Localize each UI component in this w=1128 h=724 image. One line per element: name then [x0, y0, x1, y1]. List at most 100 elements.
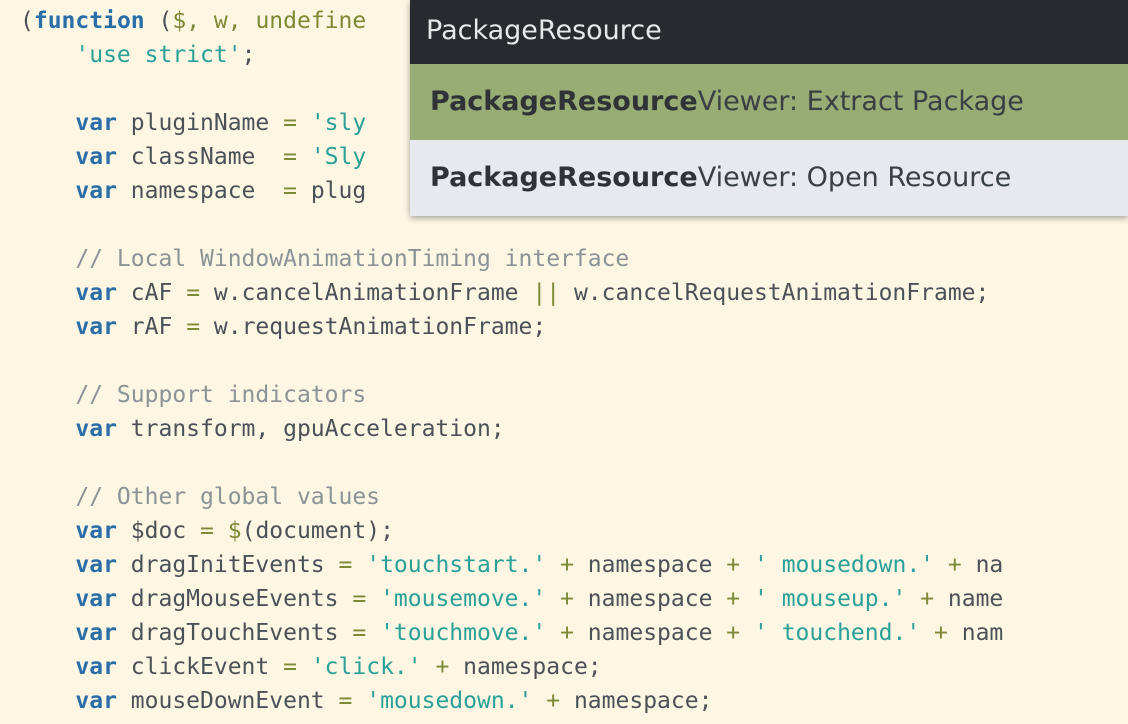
code-token: +: [560, 620, 574, 646]
code-line: var rAF = w.requestAnimationFrame;: [20, 310, 546, 344]
code-token: 'mousedown.': [366, 688, 533, 714]
code-line: 'use strict';: [20, 38, 255, 72]
code-token: 'click.': [310, 654, 422, 680]
palette-item-label: PackageResourceViewer: Open Resource: [430, 140, 1011, 216]
code-token: $: [172, 8, 187, 34]
code-token: dragInitEvents: [116, 552, 339, 578]
code-token: var: [75, 654, 117, 680]
code-token: className: [116, 144, 284, 170]
code-line: var mouseDownEvent = 'mousedown.' + name…: [20, 684, 712, 718]
code-token: +: [726, 620, 741, 646]
code-token: ' touchend.': [754, 620, 921, 646]
code-token: var: [75, 518, 117, 544]
code-line: // Support indicators: [20, 378, 366, 412]
palette-query-text: PackageResource: [426, 15, 662, 46]
code-line: var namespace = plug: [20, 174, 366, 208]
code-token: w.cancelAnimationFrame: [200, 280, 533, 306]
code-token: // Other global values: [20, 484, 381, 510]
code-token: namespace;: [449, 654, 602, 680]
command-palette: PackageResource PackageResourceViewer: E…: [410, 0, 1128, 216]
code-token: pluginName: [116, 110, 284, 136]
code-token: function: [33, 8, 145, 34]
code-token: plug: [296, 178, 367, 204]
palette-search-input[interactable]: PackageResource: [410, 0, 1128, 64]
code-token: +: [726, 552, 741, 578]
code-token: +: [546, 688, 561, 714]
code-token: var: [75, 110, 117, 136]
palette-item-label: PackageResourceViewer: Extract Package: [430, 64, 1024, 140]
code-token: =: [200, 518, 214, 544]
code-line: var dragInitEvents = 'touchstart.' + nam…: [20, 548, 1003, 582]
code-token: 'touchmove.': [380, 620, 547, 646]
code-token: +: [435, 654, 450, 680]
palette-item-rest: Viewer: Open Resource: [697, 162, 1012, 193]
code-token: 'touchstart.': [366, 552, 547, 578]
code-token: +: [560, 552, 574, 578]
code-token: +: [947, 552, 962, 578]
code-token: $: [227, 518, 242, 544]
palette-item-open-resource[interactable]: PackageResourceViewer: Open Resource: [410, 140, 1128, 216]
code-line: var pluginName = 'sly: [20, 106, 366, 140]
code-token: =: [186, 280, 201, 306]
code-token: =: [338, 688, 353, 714]
code-token: ' mousedown.': [754, 552, 935, 578]
code-line: var cAF = w.cancelAnimationFrame || w.ca…: [20, 276, 989, 310]
code-token: var: [75, 144, 117, 170]
code-token: (document);: [241, 518, 394, 544]
code-token: clickEvent: [116, 654, 284, 680]
code-token: namespace: [573, 586, 727, 612]
code-token: 'sly: [310, 110, 367, 136]
palette-item-extract-package[interactable]: PackageResourceViewer: Extract Package: [410, 64, 1128, 140]
code-line: var dragMouseEvents = 'mousemove.' + nam…: [20, 582, 1003, 616]
code-token: +: [560, 586, 574, 612]
code-token: var: [75, 620, 117, 646]
code-token: na: [961, 552, 1004, 578]
code-line: // Other global values: [20, 480, 380, 514]
code-token: transform, gpuAcceleration;: [116, 416, 505, 442]
code-token: ||: [532, 280, 561, 306]
code-line: var clickEvent = 'click.' + namespace;: [20, 650, 602, 684]
code-token: var: [75, 314, 117, 340]
code-token: var: [75, 688, 117, 714]
code-token: var: [75, 280, 117, 306]
code-token: , w, undefine: [186, 8, 367, 34]
code-token: dragMouseEvents: [116, 586, 353, 612]
code-line: // Local WindowAnimationTiming interface: [20, 242, 629, 276]
code-token: namespace;: [560, 688, 713, 714]
code-token: var: [75, 552, 117, 578]
code-token: =: [338, 552, 353, 578]
code-token: (: [144, 8, 173, 34]
code-line: var dragTouchEvents = 'touchmove.' + nam…: [20, 616, 1003, 650]
code-token: =: [352, 586, 367, 612]
code-token: =: [283, 654, 297, 680]
code-token: mouseDownEvent: [116, 688, 339, 714]
code-token: (: [20, 8, 34, 34]
code-line: (function ($, w, undefine: [20, 4, 366, 38]
code-line: var className = 'Sly: [20, 140, 366, 174]
code-token: var: [75, 416, 117, 442]
code-token: dragTouchEvents: [116, 620, 353, 646]
code-token: +: [920, 586, 935, 612]
code-token: =: [283, 110, 297, 136]
code-token: var: [75, 586, 117, 612]
code-line: var transform, gpuAcceleration;: [20, 412, 505, 446]
